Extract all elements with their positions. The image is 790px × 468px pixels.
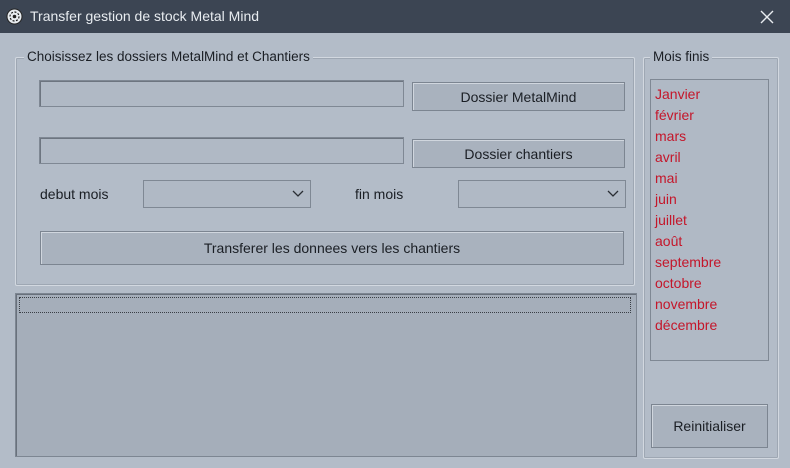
month-item[interactable]: août	[655, 231, 768, 252]
window-title: Transfer gestion de stock Metal Mind	[30, 8, 260, 24]
month-item[interactable]: avril	[655, 147, 768, 168]
month-item[interactable]: juillet	[655, 210, 768, 231]
months-list: Janvier février mars avril mai juin juil…	[651, 80, 768, 336]
title-bar[interactable]: Transfer gestion de stock Metal Mind	[0, 0, 790, 33]
metalmind-path-input[interactable]	[39, 80, 404, 107]
chevron-down-icon	[292, 190, 304, 197]
month-item[interactable]: mai	[655, 168, 768, 189]
month-item[interactable]: février	[655, 105, 768, 126]
log-focus-row[interactable]	[19, 297, 631, 313]
month-item[interactable]: décembre	[655, 315, 768, 336]
reset-button[interactable]: Reinitialiser	[651, 404, 768, 448]
chantiers-path-input[interactable]	[39, 137, 404, 164]
transfer-button[interactable]: Transferer les donnees vers les chantier…	[40, 231, 624, 265]
main-window: Transfer gestion de stock Metal Mind Cho…	[0, 0, 790, 468]
log-listbox[interactable]	[15, 293, 637, 457]
month-item[interactable]: mars	[655, 126, 768, 147]
months-listbox[interactable]: Janvier février mars avril mai juin juil…	[650, 79, 769, 361]
close-button[interactable]	[744, 0, 790, 33]
month-item[interactable]: octobre	[655, 273, 768, 294]
fin-mois-select[interactable]	[458, 180, 626, 208]
month-item[interactable]: juin	[655, 189, 768, 210]
metalmind-folder-button[interactable]: Dossier MetalMind	[412, 82, 625, 111]
chevron-down-icon	[607, 190, 619, 197]
month-item[interactable]: Janvier	[655, 84, 768, 105]
months-group-title: Mois finis	[650, 49, 713, 64]
debut-mois-label: debut mois	[40, 186, 109, 202]
debut-mois-select[interactable]	[143, 180, 311, 208]
month-item[interactable]: novembre	[655, 294, 768, 315]
close-icon	[760, 10, 774, 23]
app-icon	[6, 8, 23, 25]
fin-mois-label: fin mois	[355, 186, 404, 202]
chantiers-folder-button[interactable]: Dossier chantiers	[412, 139, 625, 168]
folders-group-title: Choisissez les dossiers MetalMind et Cha…	[24, 49, 313, 64]
month-item[interactable]: septembre	[655, 252, 768, 273]
